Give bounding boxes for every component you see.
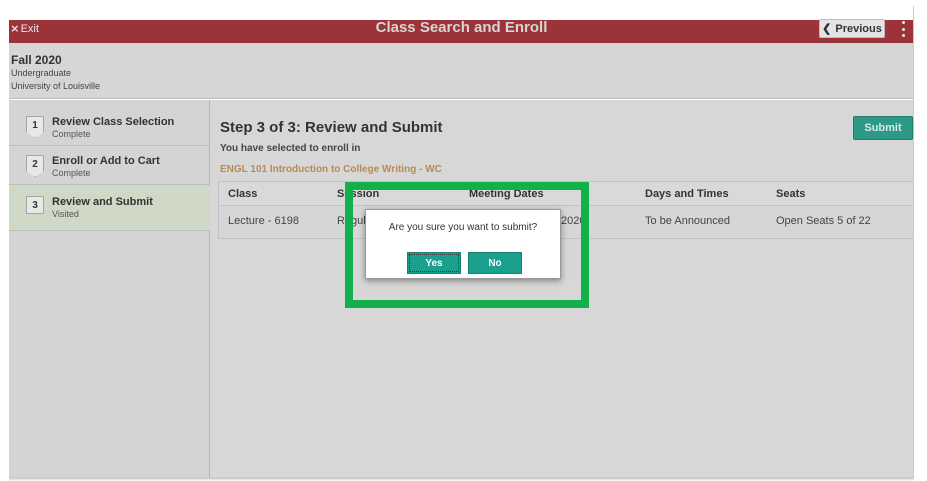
step-number-badge: 3 xyxy=(26,196,44,214)
step-status: Visited xyxy=(52,209,79,219)
yes-button[interactable]: Yes xyxy=(407,252,461,274)
course-title: ENGL 101 Introduction to College Writing… xyxy=(220,164,442,175)
screenshot-frame: × Exit Class Search and Enroll ❮ Previou… xyxy=(0,0,927,481)
app-window: × Exit Class Search and Enroll ❮ Previou… xyxy=(9,6,914,478)
step-name: Review Class Selection xyxy=(52,116,175,128)
cell-seats: Open Seats 5 of 22 xyxy=(776,215,871,227)
step-heading: Step 3 of 3: Review and Submit xyxy=(220,119,443,136)
step-sidebar: 1 Review Class Selection Complete 2 Enro… xyxy=(9,100,210,477)
cell-class: Lecture - 6198 xyxy=(228,215,299,227)
step-review-class-selection[interactable]: 1 Review Class Selection Complete xyxy=(9,108,210,146)
previous-button[interactable]: ❮ Previous xyxy=(819,19,885,38)
page-title: Class Search and Enroll xyxy=(375,19,548,36)
column-header-class: Class xyxy=(228,188,258,200)
step-status: Complete xyxy=(52,168,91,178)
step-name: Review and Submit xyxy=(52,196,153,208)
column-header-seats: Seats xyxy=(776,188,806,200)
selected-text: You have selected to enroll in xyxy=(220,143,361,154)
step-status: Complete xyxy=(52,129,91,139)
submit-button[interactable]: Submit xyxy=(853,116,913,140)
dialog-message: Are you sure you want to submit? xyxy=(388,222,538,233)
step-number-badge: 1 xyxy=(26,116,44,138)
term-banner: Fall 2020 Undergraduate University of Lo… xyxy=(9,43,913,99)
step-name: Enroll or Add to Cart xyxy=(52,155,160,167)
kebab-menu-icon[interactable] xyxy=(902,21,906,37)
term-name: Fall 2020 xyxy=(11,53,62,67)
step-enroll-or-add-to-cart[interactable]: 2 Enroll or Add to Cart Complete xyxy=(9,147,210,185)
step-number-badge: 2 xyxy=(26,155,44,177)
header-bar: × Exit Class Search and Enroll ❮ Previou… xyxy=(9,6,913,43)
term-institution: University of Louisville xyxy=(11,81,101,91)
chevron-left-icon: ❮ xyxy=(822,23,832,35)
previous-label: Previous xyxy=(835,22,882,35)
step-review-and-submit[interactable]: 3 Review and Submit Visited xyxy=(9,186,210,231)
confirm-dialog: Are you sure you want to submit? Yes No xyxy=(365,209,561,279)
column-header-days-and-times: Days and Times xyxy=(645,188,729,200)
cell-days-and-times: To be Announced xyxy=(645,215,731,227)
no-button[interactable]: No xyxy=(468,252,522,274)
term-career: Undergraduate xyxy=(11,68,72,78)
